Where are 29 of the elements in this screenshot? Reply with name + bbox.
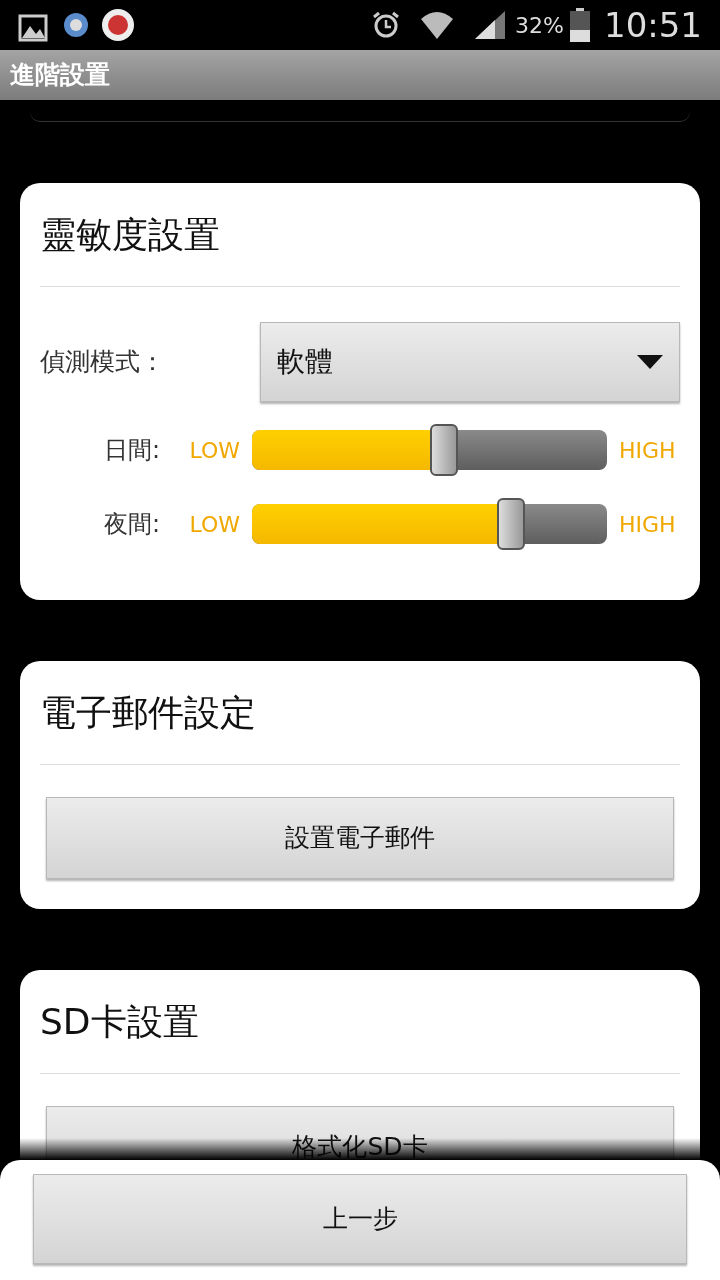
app-icon <box>100 7 136 43</box>
mode-label: 偵測模式： <box>40 346 166 379</box>
slider[interactable] <box>252 424 607 476</box>
action-button[interactable]: 上一步 <box>33 1174 687 1264</box>
wifi-icon <box>419 9 456 41</box>
alarm-icon <box>371 10 402 40</box>
battery-percent: 32% <box>515 11 564 40</box>
slider-label: 日間: <box>102 435 160 466</box>
mode-dropdown[interactable]: 軟體 <box>260 322 680 402</box>
app-icon <box>62 11 90 39</box>
slider-thumb[interactable] <box>429 424 458 476</box>
card-title: 電子郵件設定 <box>40 691 257 735</box>
image-icon <box>18 14 48 42</box>
action-button[interactable]: 設置電子郵件 <box>46 797 674 879</box>
battery-icon <box>570 8 590 42</box>
page-title: 進階設置 <box>10 59 110 92</box>
slider-label: 夜間: <box>102 509 160 540</box>
high-label: HIGH <box>618 436 676 465</box>
high-label: HIGH <box>618 510 676 539</box>
low-label: LOW <box>188 510 241 539</box>
low-label: LOW <box>188 436 241 465</box>
clock: 10:51 <box>604 3 702 47</box>
signal-icon <box>473 9 508 41</box>
card-title: 靈敏度設置 <box>40 213 221 257</box>
slider[interactable] <box>252 498 607 550</box>
card-title: SD卡設置 <box>40 1000 200 1044</box>
slider-thumb[interactable] <box>497 498 526 550</box>
action-button[interactable]: 格式化SD卡 <box>46 1106 674 1160</box>
caret-icon <box>637 355 663 369</box>
